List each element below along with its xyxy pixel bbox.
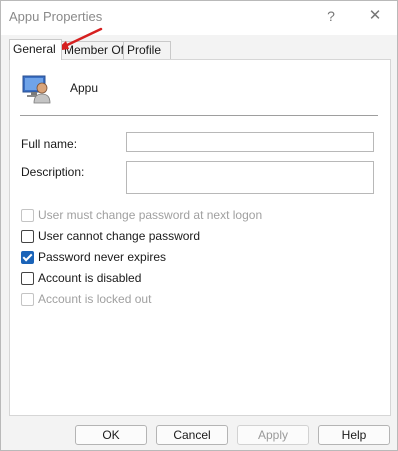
tab-general[interactable]: General [9,39,62,60]
checkbox-box[interactable] [21,230,34,243]
full-name-field[interactable] [126,132,374,152]
tab-profile[interactable]: Profile [123,41,171,59]
checkbox-label: User cannot change password [38,229,201,243]
user-name: Appu [70,81,99,95]
ok-button[interactable]: OK [75,425,147,445]
properties-dialog: Appu Properties ? ✕ General Member Of Pr… [0,0,398,451]
general-tab-panel: Appu Full name: Description: User must c… [9,59,391,416]
help-icon[interactable]: ? [319,5,343,27]
checkbox-box[interactable] [21,251,34,264]
checkbox-label: Account is locked out [38,292,152,306]
apply-button[interactable]: Apply [237,425,309,445]
checkbox-box[interactable] [21,209,34,222]
close-icon[interactable]: ✕ [363,5,387,27]
checkbox-label: User must change password at next logon [38,208,263,222]
help-button[interactable]: Help [318,425,390,445]
cancel-button[interactable]: Cancel [156,425,228,445]
checkbox-box[interactable] [21,272,34,285]
title-bar: Appu Properties ? ✕ [1,1,397,35]
window-title: Appu Properties [9,9,103,24]
checkbox-label: Account is disabled [38,271,142,285]
tab-member-of[interactable]: Member Of [60,41,128,59]
checkbox-box[interactable] [21,293,34,306]
full-name-label: Full name: [21,137,78,151]
description-field[interactable] [126,161,374,194]
divider [20,115,378,116]
description-label: Description: [21,165,85,179]
checkbox-label: Password never expires [38,250,167,264]
user-icon [22,75,51,104]
